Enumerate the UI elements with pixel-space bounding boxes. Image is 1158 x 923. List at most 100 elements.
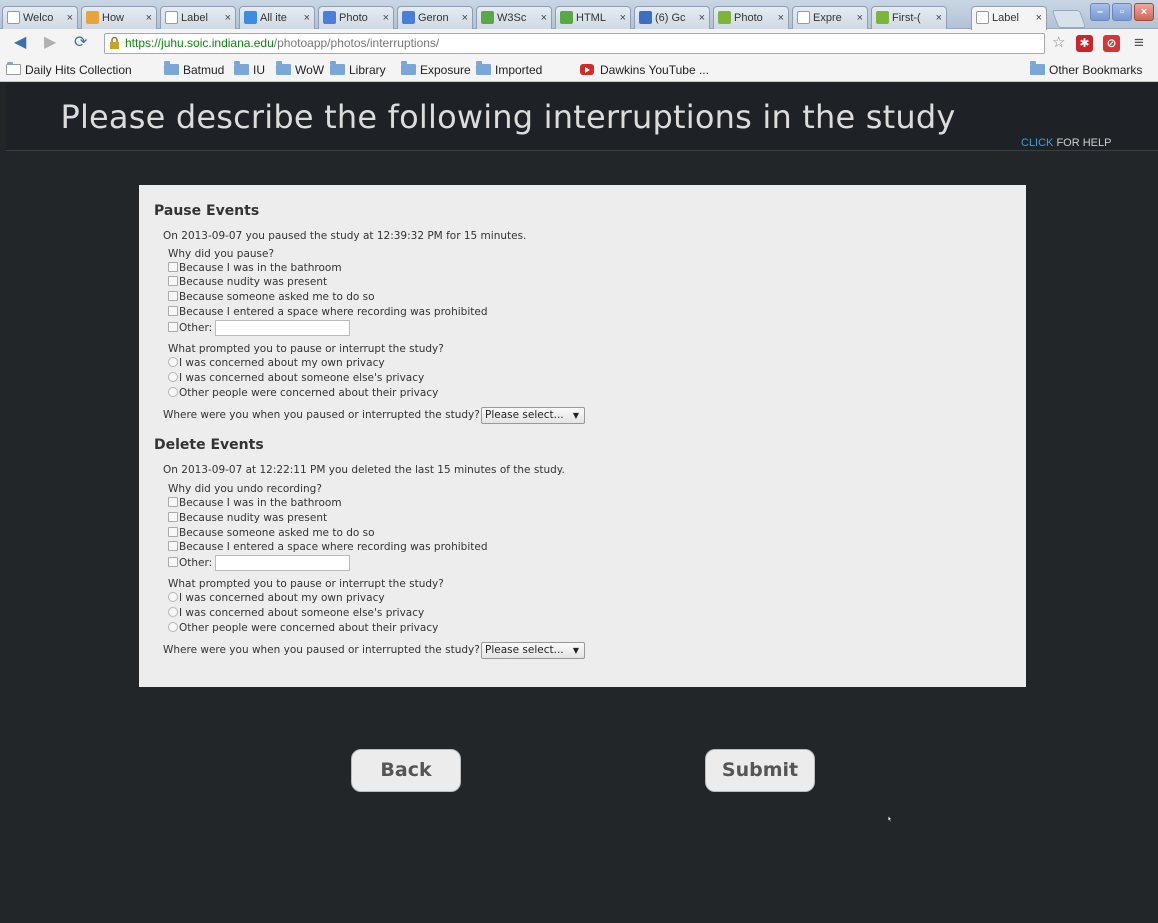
pause-reason-option[interactable]: Because I entered a space where recordin… bbox=[168, 306, 487, 319]
radio-button[interactable] bbox=[168, 357, 178, 367]
minimize-icon[interactable]: – bbox=[1090, 3, 1110, 21]
bookmark-folder[interactable]: Batmud bbox=[164, 61, 224, 78]
close-window-icon[interactable]: × bbox=[1134, 3, 1154, 21]
page-icon bbox=[7, 11, 20, 24]
address-bar[interactable]: https://juhu.soic.indiana.edu/photoapp/p… bbox=[104, 33, 1045, 54]
radio-button[interactable] bbox=[168, 372, 178, 382]
checkbox[interactable] bbox=[168, 262, 178, 272]
pause-location-select[interactable]: Please select... ▼ bbox=[481, 407, 585, 424]
pause-prompt-option[interactable]: I was concerned about someone else's pri… bbox=[168, 372, 424, 385]
bookmark-folder[interactable]: Library bbox=[330, 61, 386, 78]
browser-tab[interactable]: HTML × bbox=[555, 6, 631, 30]
close-icon[interactable]: × bbox=[67, 7, 73, 29]
close-icon[interactable]: × bbox=[146, 7, 152, 29]
pause-reason-option[interactable]: Because someone asked me to do so bbox=[168, 291, 375, 304]
browser-tab[interactable]: Photo × bbox=[318, 6, 394, 30]
browser-tab[interactable]: Expre × bbox=[792, 6, 868, 30]
checkbox[interactable] bbox=[168, 541, 178, 551]
leaf-icon bbox=[876, 11, 889, 24]
browser-tab-active[interactable]: Label × bbox=[971, 6, 1047, 30]
star-icon[interactable]: ☆ bbox=[1052, 33, 1065, 53]
extension-icon[interactable]: ✱ bbox=[1076, 35, 1093, 52]
browser-tab[interactable]: Geron × bbox=[397, 6, 473, 30]
browser-tab[interactable]: Welco × bbox=[2, 6, 78, 30]
close-icon[interactable]: × bbox=[857, 7, 863, 29]
folder-icon bbox=[276, 61, 291, 75]
radio-button[interactable] bbox=[168, 387, 178, 397]
checkbox[interactable] bbox=[168, 557, 178, 567]
pause-prompt-option[interactable]: Other people were concerned about their … bbox=[168, 387, 438, 400]
close-icon[interactable]: × bbox=[699, 7, 705, 29]
pause-prompt-option[interactable]: I was concerned about my own privacy bbox=[168, 357, 385, 370]
back-arrow-icon[interactable]: ◀ bbox=[14, 33, 26, 53]
delete-other-input[interactable] bbox=[215, 555, 350, 571]
restore-icon[interactable]: ▫ bbox=[1112, 3, 1132, 21]
checkbox[interactable] bbox=[168, 322, 178, 332]
delete-location-select[interactable]: Please select... ▼ bbox=[481, 642, 585, 659]
delete-prompt-option[interactable]: I was concerned about someone else's pri… bbox=[168, 607, 424, 620]
checkbox[interactable] bbox=[168, 291, 178, 301]
browser-tab[interactable]: (6) Gc × bbox=[634, 6, 710, 30]
close-icon[interactable]: × bbox=[936, 7, 942, 29]
page-icon bbox=[165, 11, 178, 24]
browser-tab[interactable]: All ite × bbox=[239, 6, 315, 30]
help-link[interactable]: CLICK bbox=[1021, 137, 1053, 149]
bookmark-folder[interactable]: Exposure bbox=[401, 61, 471, 78]
close-icon[interactable]: × bbox=[225, 7, 231, 29]
checkbox[interactable] bbox=[168, 527, 178, 537]
lock-icon bbox=[110, 37, 119, 49]
back-button[interactable]: Back bbox=[351, 749, 461, 792]
checkbox[interactable] bbox=[168, 512, 178, 522]
forward-arrow-icon[interactable]: ▶ bbox=[44, 33, 56, 53]
close-icon[interactable]: × bbox=[383, 7, 389, 29]
delete-prompt-label: What prompted you to pause or interrupt … bbox=[168, 578, 444, 590]
docs-icon bbox=[402, 11, 415, 24]
browser-tab[interactable]: How × bbox=[81, 6, 157, 30]
delete-other-option[interactable]: Other: bbox=[168, 557, 212, 570]
bookmark-item[interactable]: Dawkins YouTube ... bbox=[580, 62, 709, 78]
delete-reason-option[interactable]: Because nudity was present bbox=[168, 512, 327, 525]
close-icon[interactable]: × bbox=[304, 7, 310, 29]
checkbox[interactable] bbox=[168, 306, 178, 316]
close-icon[interactable]: × bbox=[541, 7, 547, 29]
delete-reason-option[interactable]: Because I entered a space where recordin… bbox=[168, 541, 487, 554]
checkbox[interactable] bbox=[168, 276, 178, 286]
delete-summary: On 2013-09-07 at 12:22:11 PM you deleted… bbox=[163, 464, 565, 476]
page-body: Please describe the following interrupti… bbox=[6, 83, 1158, 923]
bookmark-folder[interactable]: Other Bookmarks bbox=[1030, 61, 1142, 78]
browser-tab[interactable]: W3Sc × bbox=[476, 6, 552, 30]
radio-button[interactable] bbox=[168, 607, 178, 617]
submit-button[interactable]: Submit bbox=[705, 749, 815, 792]
delete-prompt-option[interactable]: Other people were concerned about their … bbox=[168, 622, 438, 635]
delete-reason-option[interactable]: Because I was in the bathroom bbox=[168, 497, 342, 510]
pause-other-option[interactable]: Other: bbox=[168, 322, 212, 335]
url-host: juhu.soic.indiana.edu bbox=[161, 36, 274, 50]
reload-icon[interactable]: ⟳ bbox=[74, 33, 87, 53]
pause-other-input[interactable] bbox=[215, 320, 350, 336]
close-icon[interactable]: × bbox=[462, 7, 468, 29]
checkbox[interactable] bbox=[168, 497, 178, 507]
folder-icon bbox=[401, 61, 416, 75]
browser-tab[interactable]: Label × bbox=[160, 6, 236, 30]
bookmark-folder[interactable]: WoW bbox=[276, 61, 324, 78]
bookmark-folder[interactable]: IU bbox=[234, 61, 265, 78]
menu-icon[interactable]: ≡ bbox=[1134, 33, 1144, 53]
pause-reason-option[interactable]: Because I was in the bathroom bbox=[168, 262, 342, 275]
browser-tab[interactable]: First-(× bbox=[871, 6, 947, 30]
bookmark-item[interactable]: Daily Hits Collection bbox=[6, 62, 132, 78]
delete-prompt-option[interactable]: I was concerned about my own privacy bbox=[168, 592, 385, 605]
radio-button[interactable] bbox=[168, 592, 178, 602]
help-text: CLICK FOR HELP bbox=[1021, 137, 1112, 149]
stop-extension-icon[interactable]: ⊘ bbox=[1103, 35, 1120, 52]
new-tab-button[interactable] bbox=[1051, 10, 1087, 28]
delete-reason-option[interactable]: Because someone asked me to do so bbox=[168, 527, 375, 540]
pause-summary: On 2013-09-07 you paused the study at 12… bbox=[163, 230, 527, 242]
leaf-icon bbox=[718, 11, 731, 24]
pause-reason-option[interactable]: Because nudity was present bbox=[168, 276, 327, 289]
close-icon[interactable]: × bbox=[778, 7, 784, 29]
close-icon[interactable]: × bbox=[1036, 7, 1042, 29]
bookmark-folder[interactable]: Imported bbox=[476, 61, 542, 78]
close-icon[interactable]: × bbox=[620, 7, 626, 29]
browser-tab[interactable]: Photo × bbox=[713, 6, 789, 30]
radio-button[interactable] bbox=[168, 622, 178, 632]
